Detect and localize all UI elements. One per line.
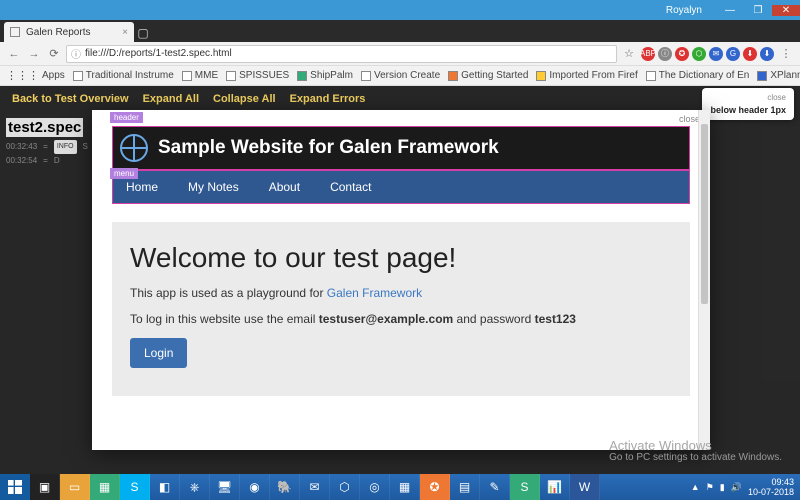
address-bar[interactable]: ⓘ file:///D:/reports/1-test2.spec.html bbox=[66, 45, 617, 63]
taskbar-app[interactable]: S bbox=[510, 474, 540, 500]
window-close-button[interactable]: ✕ bbox=[772, 5, 800, 16]
ext-icon[interactable]: G bbox=[726, 47, 740, 61]
browser-toolbar: ← → ⟳ ⓘ file:///D:/reports/1-test2.spec.… bbox=[0, 42, 800, 66]
ext-icon[interactable]: ⬇ bbox=[760, 47, 774, 61]
browser-tabstrip: Galen Reports × ▢ bbox=[0, 20, 800, 42]
taskbar-apps: ▣ ▭ ▦ S ◧ ⎈ 🖥 ◉ 🐘 ✉ ⬡ ◎ ▦ ✪ ▤ ✎ S 📊 W bbox=[30, 474, 600, 500]
taskbar-app[interactable]: ▭ bbox=[60, 474, 90, 500]
galen-toolbar: Back to Test Overview Expand All Collaps… bbox=[0, 86, 800, 112]
taskbar-app[interactable]: 📊 bbox=[540, 474, 570, 500]
preview-modal: close header menu Sample Website for Gal… bbox=[92, 110, 710, 450]
collapse-all-link[interactable]: Collapse All bbox=[213, 93, 276, 105]
extension-icons: ABP ⓘ ✪ ⬡ ✉ G ⬇ ⬇ bbox=[641, 47, 774, 61]
taskbar-app[interactable]: ▤ bbox=[450, 474, 480, 500]
expand-errors-link[interactable]: Expand Errors bbox=[290, 93, 366, 105]
window-minimize-button[interactable]: — bbox=[716, 5, 744, 16]
tray-volume-icon[interactable]: 🔊 bbox=[731, 482, 742, 493]
login-instructions: To log in this website use the email tes… bbox=[130, 312, 672, 326]
taskbar-app[interactable]: ▣ bbox=[30, 474, 60, 500]
ext-icon[interactable]: ⬡ bbox=[692, 47, 706, 61]
bookmark-item[interactable]: ShipPalm bbox=[297, 70, 353, 81]
user-name: Royalyn bbox=[662, 5, 708, 16]
page-heading: Welcome to our test page! bbox=[130, 242, 672, 274]
ext-abp-icon[interactable]: ABP bbox=[641, 47, 655, 61]
bookmark-item[interactable]: Imported From Firef bbox=[536, 70, 637, 81]
back-to-overview-link[interactable]: Back to Test Overview bbox=[12, 93, 129, 105]
layout-hint-tooltip: close below header 1px bbox=[702, 88, 794, 120]
bookmark-item[interactable]: XPlanner Login bbox=[757, 70, 800, 81]
taskbar-chrome[interactable]: ◉ bbox=[240, 474, 270, 500]
browser-tab[interactable]: Galen Reports × bbox=[4, 22, 134, 42]
ext-icon[interactable]: ✪ bbox=[675, 47, 689, 61]
site-info-icon[interactable]: ⓘ bbox=[71, 46, 81, 61]
url-text: file:///D:/reports/1-test2.spec.html bbox=[85, 48, 232, 59]
bookmark-item[interactable]: Version Create bbox=[361, 70, 440, 81]
taskbar-app[interactable]: ⬡ bbox=[330, 474, 360, 500]
login-button[interactable]: Login bbox=[130, 338, 187, 368]
site-header: Sample Website for Galen Framework bbox=[112, 126, 690, 170]
galen-framework-link[interactable]: Galen Framework bbox=[327, 286, 422, 300]
taskbar-app[interactable]: ▦ bbox=[390, 474, 420, 500]
scrollbar-thumb[interactable] bbox=[701, 124, 708, 304]
taskbar-skype[interactable]: S bbox=[120, 474, 150, 500]
bookmark-item[interactable]: Getting Started bbox=[448, 70, 528, 81]
ext-icon[interactable]: ⓘ bbox=[658, 47, 672, 61]
globe-icon bbox=[120, 134, 148, 162]
page-icon bbox=[10, 27, 20, 37]
spec-title: test2.spec bbox=[6, 118, 83, 137]
bookmark-item[interactable]: Traditional Instrume bbox=[73, 70, 174, 81]
new-tab-button[interactable]: ▢ bbox=[134, 26, 152, 42]
modal-close-link[interactable]: close bbox=[679, 114, 700, 124]
windows-activation-watermark: Activate Windows Go to PC settings to ac… bbox=[609, 440, 782, 464]
bookmark-item[interactable]: MME bbox=[182, 70, 218, 81]
bookmark-star-icon[interactable]: ☆ bbox=[621, 46, 637, 62]
tooltip-close[interactable]: close bbox=[710, 92, 786, 104]
reload-button[interactable]: ⟳ bbox=[46, 46, 62, 62]
bookmark-item[interactable]: The Dictionary of En bbox=[646, 70, 750, 81]
content-panel: Welcome to our test page! This app is us… bbox=[112, 222, 690, 396]
bookmark-item[interactable]: ⋮⋮⋮Apps bbox=[6, 69, 65, 82]
taskbar-app[interactable]: ✎ bbox=[480, 474, 510, 500]
tray-network-icon[interactable]: ▮ bbox=[720, 482, 725, 493]
taskbar-app[interactable]: ✪ bbox=[420, 474, 450, 500]
ext-icon[interactable]: ⬇ bbox=[743, 47, 757, 61]
header-label-tag: header bbox=[110, 112, 143, 123]
menu-contact[interactable]: Contact bbox=[330, 180, 371, 194]
menu-home[interactable]: Home bbox=[126, 180, 158, 194]
intro-text: This app is used as a playground for Gal… bbox=[130, 286, 672, 300]
system-tray: ▲ ⚑ ▮ 🔊 09:43 10-07-2018 bbox=[685, 477, 800, 497]
taskbar-word[interactable]: W bbox=[570, 474, 600, 500]
bookmarks-bar: ⋮⋮⋮Apps Traditional Instrume MME SPISSUE… bbox=[0, 66, 800, 86]
window-titlebar: Royalyn — ❐ ✕ bbox=[0, 0, 800, 20]
tray-clock[interactable]: 09:43 10-07-2018 bbox=[748, 477, 794, 497]
window-maximize-button[interactable]: ❐ bbox=[744, 5, 772, 16]
chrome-menu-button[interactable]: ⋮ bbox=[778, 46, 794, 62]
start-button[interactable] bbox=[0, 474, 30, 500]
bookmark-item[interactable]: SPISSUES bbox=[226, 70, 289, 81]
taskbar-app[interactable]: ✉ bbox=[300, 474, 330, 500]
tray-flag-icon[interactable]: ⚑ bbox=[706, 482, 714, 493]
menu-notes[interactable]: My Notes bbox=[188, 180, 239, 194]
forward-button[interactable]: → bbox=[26, 46, 42, 62]
site-title: Sample Website for Galen Framework bbox=[158, 137, 499, 159]
taskbar-app[interactable]: 🖥 bbox=[210, 474, 240, 500]
windows-taskbar: ▣ ▭ ▦ S ◧ ⎈ 🖥 ◉ 🐘 ✉ ⬡ ◎ ▦ ✪ ▤ ✎ S 📊 W ▲ … bbox=[0, 474, 800, 500]
site-menu: Home My Notes About Contact bbox=[112, 170, 690, 204]
taskbar-app[interactable]: ▦ bbox=[90, 474, 120, 500]
taskbar-app[interactable]: ⎈ bbox=[180, 474, 210, 500]
tab-title: Galen Reports bbox=[26, 27, 90, 38]
modal-scrollbar[interactable] bbox=[698, 110, 710, 450]
tab-close-button[interactable]: × bbox=[122, 27, 128, 38]
tray-overflow-icon[interactable]: ▲ bbox=[691, 482, 700, 492]
expand-all-link[interactable]: Expand All bbox=[143, 93, 199, 105]
log-lines: 00:32:43=INFOS 00:32:54=D bbox=[6, 140, 88, 168]
back-button[interactable]: ← bbox=[6, 46, 22, 62]
ext-icon[interactable]: ✉ bbox=[709, 47, 723, 61]
tooltip-text: below header 1px bbox=[710, 104, 786, 116]
menu-about[interactable]: About bbox=[269, 180, 300, 194]
taskbar-app[interactable]: ◎ bbox=[360, 474, 390, 500]
taskbar-app[interactable]: 🐘 bbox=[270, 474, 300, 500]
menu-label-tag: menu bbox=[110, 168, 138, 179]
taskbar-app[interactable]: ◧ bbox=[150, 474, 180, 500]
